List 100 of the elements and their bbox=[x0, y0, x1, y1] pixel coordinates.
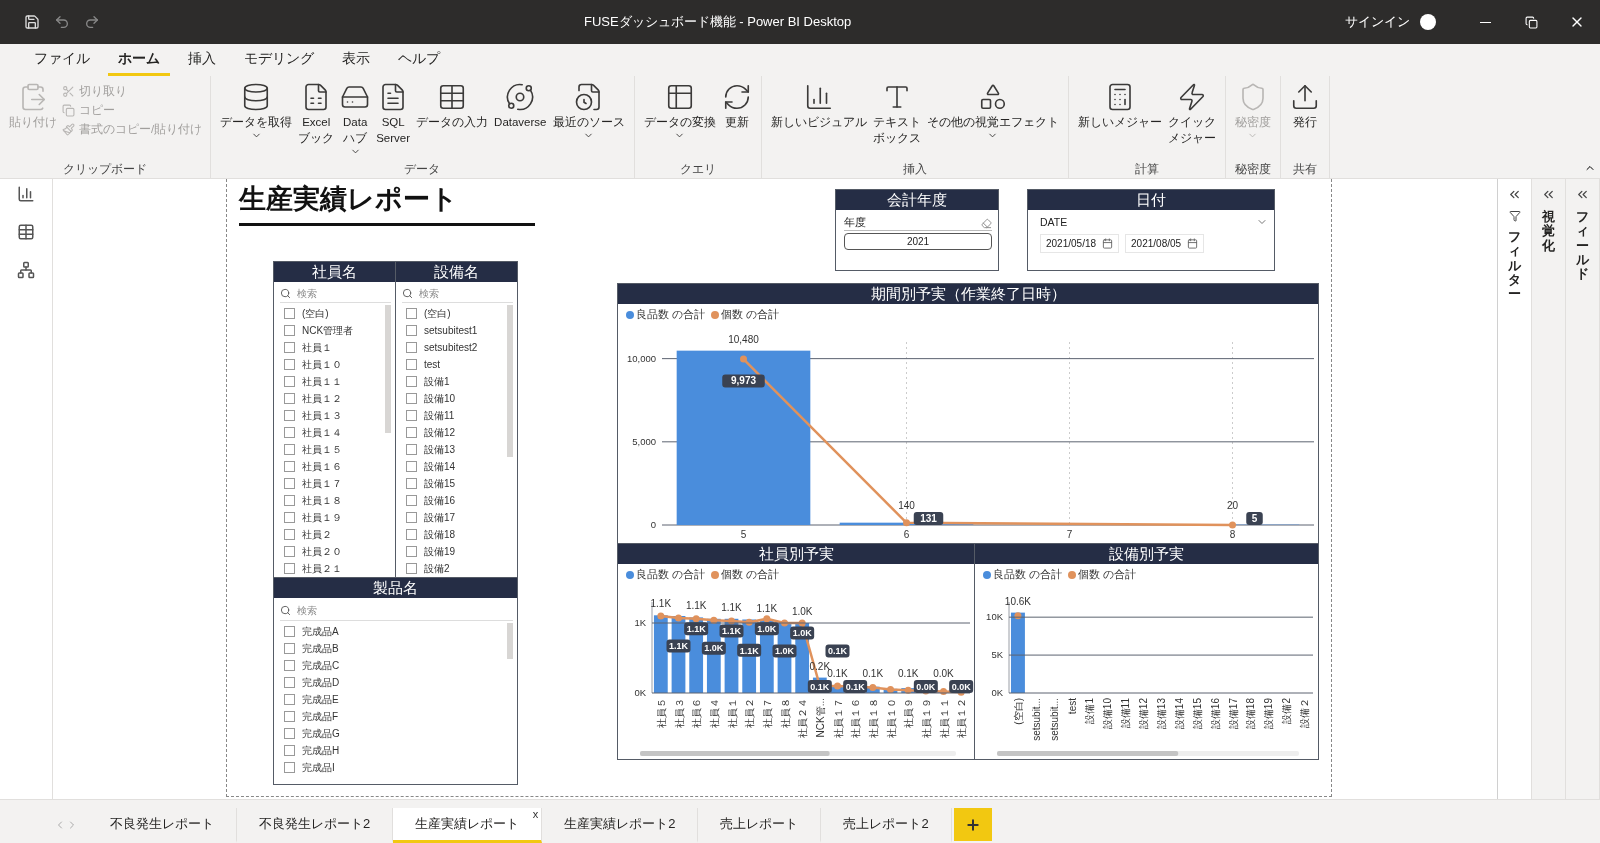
checkbox[interactable] bbox=[284, 342, 295, 353]
checkbox[interactable] bbox=[406, 546, 417, 557]
slicer-item-label[interactable]: 設備16 bbox=[424, 493, 456, 508]
checkbox[interactable] bbox=[284, 711, 295, 722]
checkbox[interactable] bbox=[284, 677, 295, 688]
checkbox[interactable] bbox=[406, 393, 417, 404]
ribbon-button[interactable]: 最近のソース bbox=[549, 82, 628, 143]
checkbox[interactable] bbox=[406, 478, 417, 489]
slicer-item-label[interactable]: 完成品G bbox=[302, 726, 340, 741]
checkbox[interactable] bbox=[406, 359, 417, 370]
slicer-item-label[interactable]: 設備18 bbox=[424, 527, 456, 542]
checkbox[interactable] bbox=[406, 376, 417, 387]
slicer-item-label[interactable]: (空白) bbox=[424, 306, 451, 321]
checkbox[interactable] bbox=[284, 512, 295, 523]
checkbox[interactable] bbox=[284, 745, 295, 756]
scrollbar[interactable] bbox=[507, 623, 513, 659]
checkbox[interactable] bbox=[406, 495, 417, 506]
slicer-item-label[interactable]: 完成品I bbox=[302, 760, 335, 775]
side-pane[interactable]: 視覚化 bbox=[1532, 179, 1566, 799]
slicer-item-label[interactable]: 社員１３ bbox=[302, 408, 342, 423]
checkbox[interactable] bbox=[284, 626, 295, 637]
checkbox[interactable] bbox=[284, 410, 295, 421]
redo-icon[interactable] bbox=[84, 14, 100, 30]
slicer-item-label[interactable]: (空白) bbox=[302, 306, 329, 321]
slicer-item-label[interactable]: 社員１０ bbox=[302, 357, 342, 372]
slicer-item-label[interactable]: 設備10 bbox=[424, 391, 456, 406]
eraser-icon[interactable] bbox=[981, 217, 992, 229]
slicer-item-label[interactable]: 設備12 bbox=[424, 425, 456, 440]
checkbox[interactable] bbox=[284, 308, 295, 319]
checkbox[interactable] bbox=[406, 529, 417, 540]
checkbox[interactable] bbox=[406, 563, 417, 574]
checkbox[interactable] bbox=[406, 308, 417, 319]
checkbox[interactable] bbox=[406, 512, 417, 523]
checkbox[interactable] bbox=[406, 444, 417, 455]
checkbox[interactable] bbox=[284, 393, 295, 404]
ribbon-button[interactable]: 新しいメジャー bbox=[1074, 82, 1165, 130]
checkbox[interactable] bbox=[284, 529, 295, 540]
checkbox[interactable] bbox=[284, 376, 295, 387]
slicer-item-label[interactable]: 設備13 bbox=[424, 442, 456, 457]
slicer-item-label[interactable]: 社員１２ bbox=[302, 391, 342, 406]
scrollbar[interactable] bbox=[997, 751, 1299, 756]
slicer-item-label[interactable]: test bbox=[424, 359, 441, 370]
checkbox[interactable] bbox=[406, 461, 417, 472]
slicer-item-label[interactable]: 社員１８ bbox=[302, 493, 342, 508]
menu-tab[interactable]: ヘルプ bbox=[388, 46, 450, 76]
slicer-item-label[interactable]: 設備19 bbox=[424, 544, 456, 559]
scrollbar[interactable] bbox=[507, 305, 513, 457]
slicer-item-label[interactable]: 完成品E bbox=[302, 692, 339, 707]
slicer-item-label[interactable]: 社員１７ bbox=[302, 476, 342, 491]
date-field[interactable]: 2021/05/18 bbox=[1040, 234, 1120, 253]
slicer-item-label[interactable]: 設備14 bbox=[424, 459, 456, 474]
slicer-item-label[interactable]: 社員２０ bbox=[302, 544, 342, 559]
ribbon-button[interactable]: データを取得 bbox=[217, 82, 296, 143]
slicer-item-label[interactable]: 完成品A bbox=[302, 624, 339, 639]
checkbox[interactable] bbox=[284, 546, 295, 557]
slicer-item-label[interactable]: 完成品F bbox=[302, 709, 339, 724]
checkbox[interactable] bbox=[284, 444, 295, 455]
save-icon[interactable] bbox=[24, 14, 40, 30]
checkbox[interactable] bbox=[284, 643, 295, 654]
ribbon-button[interactable]: テキスト ボックス bbox=[869, 82, 924, 146]
checkbox[interactable] bbox=[284, 427, 295, 438]
slicer-item-label[interactable]: 社員１４ bbox=[302, 425, 342, 440]
slicer-item-label[interactable]: 社員１ bbox=[302, 340, 332, 355]
ribbon-button[interactable]: 発行 bbox=[1286, 82, 1323, 130]
checkbox[interactable] bbox=[284, 495, 295, 506]
ribbon-button[interactable]: その他の視覚エフェクト bbox=[923, 82, 1062, 143]
slicer-item-label[interactable]: 完成品H bbox=[302, 743, 340, 758]
scrollbar[interactable] bbox=[385, 305, 391, 433]
scrollbar[interactable] bbox=[640, 751, 956, 756]
checkbox[interactable] bbox=[406, 427, 417, 438]
ribbon-button[interactable]: データの変換 bbox=[640, 82, 719, 143]
checkbox[interactable] bbox=[284, 563, 295, 574]
menu-tab[interactable]: 表示 bbox=[332, 46, 380, 76]
ribbon-button[interactable]: データの入力 bbox=[413, 82, 492, 130]
slicer-item-label[interactable]: 社員２１ bbox=[302, 561, 342, 576]
tab-close[interactable]: x bbox=[532, 808, 539, 820]
slicer-item-label[interactable]: 社員２ bbox=[302, 527, 332, 542]
ribbon-button[interactable]: Dataverse bbox=[491, 82, 550, 130]
ribbon-button[interactable]: Data ハブ bbox=[337, 82, 374, 159]
checkbox[interactable] bbox=[284, 461, 295, 472]
menu-tab[interactable]: モデリング bbox=[234, 46, 324, 76]
slicer-item-label[interactable]: 社員１１ bbox=[302, 374, 342, 389]
year-button[interactable]: 2021 bbox=[844, 233, 992, 250]
sign-in-link[interactable]: サインイン bbox=[1345, 13, 1410, 31]
side-pane[interactable]: フィールド bbox=[1566, 179, 1600, 799]
checkbox[interactable] bbox=[284, 359, 295, 370]
slicer-item-label[interactable]: 社員１９ bbox=[302, 510, 342, 525]
slicer-item-label[interactable]: 社員１６ bbox=[302, 459, 342, 474]
model-view-button[interactable] bbox=[17, 261, 35, 279]
add-page-button[interactable] bbox=[953, 808, 992, 841]
slicer-item-label[interactable]: 完成品B bbox=[302, 641, 339, 656]
checkbox[interactable] bbox=[284, 694, 295, 705]
checkbox[interactable] bbox=[406, 410, 417, 421]
ribbon-button[interactable]: 新しいビジュアル bbox=[767, 82, 870, 130]
report-view-button[interactable] bbox=[17, 185, 35, 203]
ribbon-button[interactable]: クイック メジャー bbox=[1164, 82, 1219, 146]
menu-tab[interactable]: 挿入 bbox=[178, 46, 226, 76]
ribbon-button[interactable]: 更新 bbox=[718, 82, 755, 130]
slicer-item-label[interactable]: setsubitest2 bbox=[424, 342, 478, 353]
checkbox[interactable] bbox=[284, 478, 295, 489]
